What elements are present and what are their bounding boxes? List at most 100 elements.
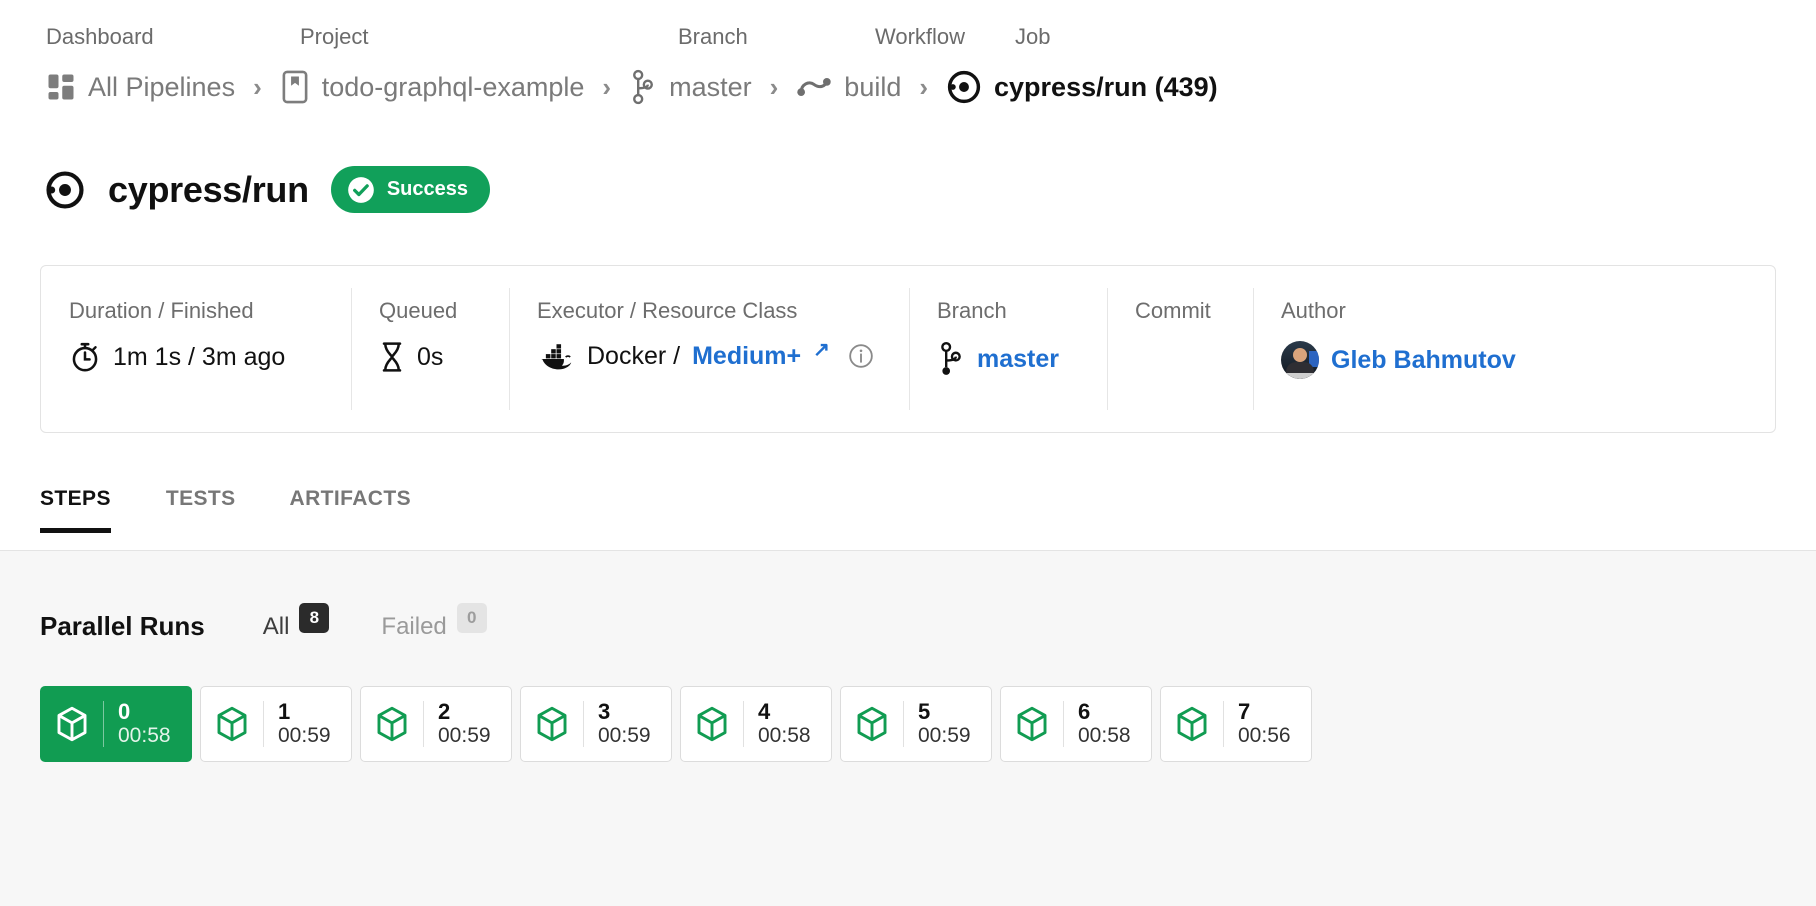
parallel-runs-header: Parallel Runs All 8 Failed 0: [40, 602, 487, 642]
tab-steps[interactable]: STEPS: [40, 487, 139, 533]
info-value-author: Gleb Bahmutov: [1281, 341, 1613, 379]
parallel-run-tile[interactable]: 2 00:59: [360, 686, 512, 762]
tile-duration: 00:59: [438, 724, 491, 748]
external-link-icon[interactable]: ↗: [813, 337, 830, 362]
tile-duration: 00:59: [598, 724, 651, 748]
tile-index: 1: [278, 699, 291, 725]
branch-link[interactable]: master: [977, 345, 1059, 374]
cube-icon: [361, 706, 423, 742]
cube-icon: [841, 706, 903, 742]
info-cell-queued: Queued 0s: [351, 266, 509, 432]
filter-all-count: 8: [299, 602, 330, 633]
tile-meta: 4 00:58: [744, 700, 811, 747]
parallel-run-tile[interactable]: 6 00:58: [1000, 686, 1152, 762]
breadcrumb-text-workflow: build: [844, 71, 902, 102]
bookmark-icon: [280, 70, 310, 104]
parallel-runs-title: Parallel Runs: [40, 611, 205, 641]
parallel-run-tile[interactable]: 4 00:58: [680, 686, 832, 762]
resource-class-link[interactable]: Medium+: [692, 342, 801, 371]
tile-meta: 3 00:59: [584, 700, 651, 747]
info-text-executor: Docker /: [587, 341, 681, 370]
breadcrumb-item-project[interactable]: todo-graphql-example: [280, 70, 585, 104]
status-badge: Success: [330, 166, 490, 213]
breadcrumb-label-workflow: Workflow: [875, 24, 966, 49]
tile-index: 5: [918, 699, 931, 725]
info-cell-branch: Branch master: [909, 266, 1107, 432]
info-label-duration: Duration / Finished: [69, 298, 254, 323]
tile-duration: 00:58: [118, 724, 171, 748]
page-title: cypress/run: [108, 168, 309, 210]
filter-failed[interactable]: Failed 0: [381, 602, 487, 642]
tile-meta: 2 00:59: [424, 700, 491, 747]
tile-duration: 00:59: [918, 724, 971, 748]
steps-panel: Parallel Runs All 8 Failed 0 0 00:58 1 0…: [0, 550, 1816, 906]
breadcrumb-text-project: todo-graphql-example: [321, 71, 585, 102]
info-icon[interactable]: [848, 343, 874, 369]
grid-icon: [46, 72, 76, 102]
tile-meta: 6 00:58: [1064, 700, 1131, 747]
info-label-executor: Executor / Resource Class: [537, 298, 798, 323]
filter-failed-count: 0: [456, 602, 487, 633]
info-label-author: Author: [1281, 298, 1346, 323]
parallel-runs-list: 0 00:58 1 00:59 2 00:59 3 00:59 4 00:58 …: [40, 686, 1312, 762]
tile-meta: 0 00:58: [104, 700, 171, 747]
chevron-right-icon: ›: [253, 71, 262, 102]
job-icon: [44, 169, 86, 211]
tile-meta: 7 00:56: [1224, 700, 1291, 747]
chevron-right-icon: ›: [769, 71, 779, 102]
breadcrumb-label-branch: Branch: [678, 24, 748, 49]
breadcrumb-trail: All Pipelines › todo-graphql-example › m…: [46, 62, 1218, 112]
parallel-run-tile[interactable]: 3 00:59: [520, 686, 672, 762]
tile-duration: 00:59: [278, 724, 331, 748]
status-badge-label: Success: [386, 178, 468, 200]
cube-icon: [1001, 706, 1063, 742]
tab-artifacts[interactable]: ARTIFACTS: [263, 487, 438, 533]
hourglass-icon: [379, 341, 405, 373]
cube-icon: [201, 706, 263, 742]
check-circle-icon: [347, 176, 375, 204]
info-value-branch: master: [937, 341, 1107, 377]
cube-icon: [521, 706, 583, 742]
cube-icon: [1161, 706, 1223, 742]
info-text-queued: 0s: [417, 342, 444, 371]
filter-all[interactable]: All 8: [263, 602, 330, 642]
info-cell-commit: Commit: [1107, 266, 1253, 432]
info-text-duration: 1m 1s / 3m ago: [113, 342, 286, 371]
docker-icon: [537, 341, 575, 371]
tile-duration: 00:56: [1238, 724, 1291, 748]
breadcrumb-item-job[interactable]: cypress/run (439): [946, 69, 1218, 105]
branch-icon: [629, 69, 657, 105]
info-cell-executor: Executor / Resource Class Docker / Mediu…: [509, 266, 909, 432]
tile-duration: 00:58: [758, 724, 811, 748]
cube-icon: [41, 706, 103, 742]
avatar: [1281, 341, 1319, 379]
job-icon: [946, 69, 982, 105]
breadcrumb-text-branch: master: [669, 71, 752, 102]
breadcrumb-label-project: Project: [300, 24, 369, 49]
info-label-queued: Queued: [379, 298, 458, 323]
breadcrumb-labels: Dashboard Project Branch Workflow Job: [46, 24, 1218, 50]
breadcrumb: Dashboard Project Branch Workflow Job Al…: [46, 24, 1218, 112]
breadcrumb-text-all-pipelines: All Pipelines: [88, 71, 236, 102]
info-value-queued: 0s: [379, 341, 509, 373]
author-link[interactable]: Gleb Bahmutov: [1331, 346, 1516, 375]
breadcrumb-label-job: Job: [1015, 24, 1051, 49]
parallel-run-tile[interactable]: 5 00:59: [840, 686, 992, 762]
tile-index: 4: [758, 699, 771, 725]
tile-duration: 00:58: [1078, 724, 1131, 748]
tab-tests[interactable]: TESTS: [139, 487, 263, 533]
chevron-right-icon: ›: [919, 71, 929, 102]
parallel-run-tile[interactable]: 0 00:58: [40, 686, 192, 762]
info-label-branch: Branch: [937, 298, 1007, 323]
info-cell-author: Author Gleb Bahmutov: [1253, 266, 1613, 432]
breadcrumb-item-branch[interactable]: master: [629, 69, 752, 105]
tile-index: 6: [1078, 699, 1091, 725]
breadcrumb-item-all-pipelines[interactable]: All Pipelines: [46, 72, 235, 103]
tile-meta: 5 00:59: [904, 700, 971, 747]
tile-index: 0: [118, 699, 131, 725]
breadcrumb-text-job: cypress/run (439): [994, 71, 1218, 102]
info-cell-duration: Duration / Finished 1m 1s / 3m ago: [41, 266, 351, 432]
parallel-run-tile[interactable]: 7 00:56: [1160, 686, 1312, 762]
parallel-run-tile[interactable]: 1 00:59: [200, 686, 352, 762]
breadcrumb-item-workflow[interactable]: build: [796, 72, 901, 103]
